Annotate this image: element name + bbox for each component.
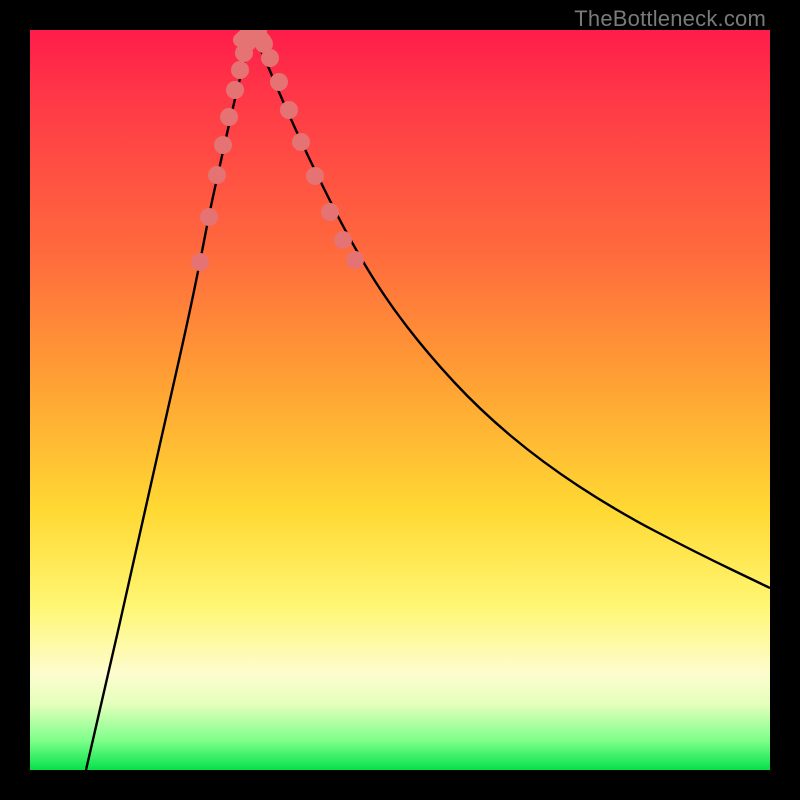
trough-marker-dot xyxy=(191,253,209,271)
trough-marker-dot xyxy=(200,208,218,226)
trough-marker-dot xyxy=(231,61,249,79)
trough-marker-group xyxy=(191,30,364,271)
trough-marker-dot xyxy=(321,203,339,221)
curve-right-branch xyxy=(252,32,770,588)
watermark-text: TheBottleneck.com xyxy=(574,6,766,32)
trough-marker-dot xyxy=(270,73,288,91)
chart-svg xyxy=(30,30,770,770)
trough-marker-dot xyxy=(220,108,238,126)
trough-marker-dot xyxy=(334,231,352,249)
trough-marker-dot xyxy=(214,136,232,154)
trough-marker-dot xyxy=(226,81,244,99)
chart-frame: TheBottleneck.com xyxy=(0,0,800,800)
plot-area xyxy=(30,30,770,770)
trough-marker-dot xyxy=(306,167,324,185)
trough-marker-dot xyxy=(292,133,310,151)
trough-marker-dot xyxy=(346,251,364,269)
trough-marker-dot xyxy=(208,166,226,184)
trough-marker-dot xyxy=(261,49,279,67)
trough-marker-dot xyxy=(280,101,298,119)
